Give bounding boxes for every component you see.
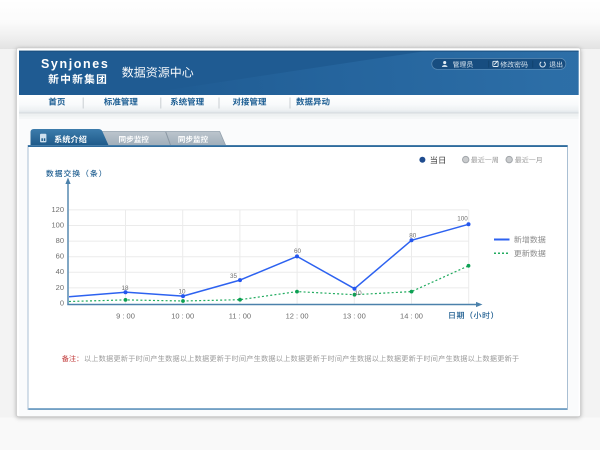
- svg-text:0: 0: [60, 298, 64, 307]
- svg-text:14 : 00: 14 : 00: [400, 311, 423, 320]
- svg-text:10: 10: [355, 290, 363, 297]
- svg-text:10 : 00: 10 : 00: [171, 311, 194, 320]
- svg-text:100: 100: [51, 220, 64, 229]
- svg-text:9 : 00: 9 : 00: [116, 311, 135, 320]
- svg-text:80: 80: [409, 233, 417, 240]
- svg-text:60: 60: [56, 252, 64, 261]
- svg-text:40: 40: [56, 267, 64, 276]
- svg-text:35: 35: [230, 273, 238, 280]
- svg-text:11 : 00: 11 : 00: [229, 311, 251, 320]
- svg-text:13 : 00: 13 : 00: [343, 311, 366, 320]
- svg-text:Synjones: Synjones: [41, 57, 109, 71]
- svg-text:80: 80: [56, 236, 64, 245]
- svg-text:60: 60: [294, 248, 302, 255]
- svg-text:18: 18: [121, 285, 129, 292]
- svg-text:120: 120: [51, 205, 64, 214]
- svg-text:10: 10: [178, 289, 186, 296]
- svg-text:100: 100: [457, 216, 468, 223]
- svg-text:20: 20: [56, 283, 64, 292]
- svg-text:12 : 00: 12 : 00: [286, 311, 309, 320]
